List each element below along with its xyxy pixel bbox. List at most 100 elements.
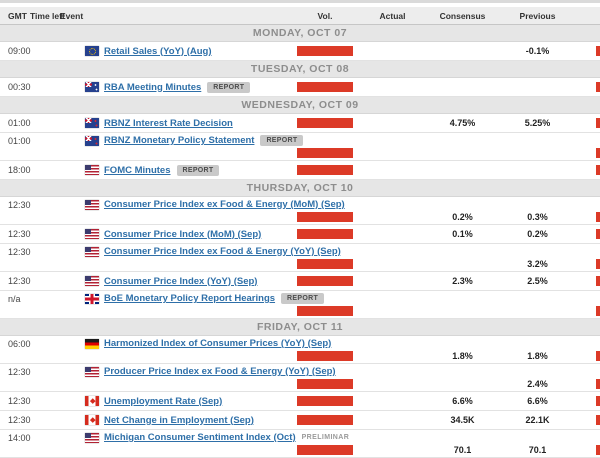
flag-united-states-icon: [85, 229, 99, 239]
previous-value: 5.25%: [500, 118, 575, 128]
event-cell: RBNZ Interest Rate Decision: [78, 118, 290, 129]
event-cell: Net Change in Employment (Sep): [78, 415, 290, 426]
event-link[interactable]: BoE Monetary Policy Report Hearings: [104, 293, 275, 304]
consensus-value: 34.5K: [425, 415, 500, 425]
vol-cell: [290, 82, 360, 92]
event-row: 12:30Unemployment Rate (Sep)6.6%6.6%: [0, 392, 600, 411]
event-link[interactable]: Consumer Price Index ex Food & Energy (Y…: [104, 246, 341, 257]
clipped-volatility-bar-icon: [596, 379, 600, 389]
gmt-time: 12:30: [0, 229, 78, 239]
previous-value: 1.8%: [500, 351, 575, 361]
clipped-volatility-bar-icon: [596, 306, 600, 316]
day-separator: THURSDAY, OCT 10: [0, 180, 600, 197]
event-cell: Producer Price Index ex Food & Energy (Y…: [78, 366, 600, 377]
previous-value: 3.2%: [500, 259, 575, 269]
event-row: 00:30RBA Meeting MinutesREPORT: [0, 78, 600, 97]
vol-cell: [290, 351, 360, 361]
consensus-value: 2.3%: [425, 276, 500, 286]
clipped-volatility-bar-icon: [596, 82, 600, 92]
event-row: 14:00Michigan Consumer Sentiment Index (…: [0, 430, 600, 458]
event-link[interactable]: Michigan Consumer Sentiment Index (Oct): [104, 432, 296, 443]
table-header: GMT Time left Event Vol. Actual Consensu…: [0, 7, 600, 25]
event-link[interactable]: Consumer Price Index ex Food & Energy (M…: [104, 199, 345, 210]
volatility-bar: [297, 396, 353, 406]
volatility-bar: [297, 445, 353, 455]
event-link[interactable]: Retail Sales (YoY) (Aug): [104, 46, 212, 57]
day-separator: FRIDAY, OCT 11: [0, 319, 600, 336]
volatility-bar: [297, 351, 353, 361]
event-link[interactable]: Unemployment Rate (Sep): [104, 396, 222, 407]
event-row: 12:30Consumer Price Index (MoM) (Sep)0.1…: [0, 225, 600, 244]
day-separator: WEDNESDAY, OCT 09: [0, 97, 600, 114]
gmt-time: 09:00: [0, 46, 78, 56]
clipped-volatility-bar-icon: [596, 276, 600, 286]
gmt-time: 12:30: [0, 247, 78, 257]
vol-cell: [290, 46, 360, 56]
event-link[interactable]: Net Change in Employment (Sep): [104, 415, 254, 426]
event-cell: Retail Sales (YoY) (Aug): [78, 46, 290, 57]
event-row: 09:00Retail Sales (YoY) (Aug)-0.1%: [0, 42, 600, 61]
flag-united-kingdom-icon: [85, 294, 99, 304]
gmt-time: 12:30: [0, 200, 78, 210]
flag-canada-icon: [85, 396, 99, 406]
consensus-value: 0.2%: [425, 212, 500, 222]
event-row: 01:00RBNZ Monetary Policy StatementREPOR…: [0, 133, 600, 161]
event-row: 12:30Net Change in Employment (Sep)34.5K…: [0, 411, 600, 430]
report-button[interactable]: REPORT: [177, 165, 220, 176]
flag-united-states-icon: [85, 276, 99, 286]
volatility-bar: [297, 212, 353, 222]
event-link[interactable]: Producer Price Index ex Food & Energy (Y…: [104, 366, 336, 377]
vol-cell: [290, 212, 360, 222]
event-row: n/aBoE Monetary Policy Report HearingsRE…: [0, 291, 600, 319]
consensus-value: 70.1: [425, 445, 500, 455]
event-cell: Consumer Price Index (YoY) (Sep): [78, 276, 290, 287]
event-link[interactable]: Harmonized Index of Consumer Prices (YoY…: [104, 338, 331, 349]
flag-canada-icon: [85, 415, 99, 425]
day-label: THURSDAY, OCT 10: [247, 182, 354, 194]
clipped-volatility-bar-icon: [596, 396, 600, 406]
report-button[interactable]: REPORT: [207, 82, 250, 93]
vol-cell: [290, 259, 360, 269]
event-row: 18:00 FOMC Minutes REPORT: [0, 161, 600, 180]
volatility-bar: [297, 82, 353, 92]
previous-value: 6.6%: [500, 396, 575, 406]
event-cell: Unemployment Rate (Sep): [78, 396, 290, 407]
event-cell: FOMC Minutes REPORT: [78, 165, 290, 176]
col-header-actual: Actual: [360, 11, 425, 21]
event-link[interactable]: RBA Meeting Minutes: [104, 82, 201, 93]
volatility-bar: [297, 148, 353, 158]
gmt-time: 18:00: [0, 165, 78, 175]
clipped-volatility-bar-icon: [596, 165, 600, 175]
day-label: TUESDAY, OCT 08: [251, 63, 349, 75]
event-link[interactable]: FOMC Minutes: [104, 165, 171, 176]
col-header-vol: Vol.: [290, 11, 360, 21]
vol-cell: [290, 148, 360, 158]
col-header-previous: Previous: [500, 11, 575, 21]
day-label: WEDNESDAY, OCT 09: [241, 99, 358, 111]
report-button[interactable]: REPORT: [260, 135, 303, 146]
event-link[interactable]: Consumer Price Index (MoM) (Sep): [104, 229, 261, 240]
volatility-bar: [297, 276, 353, 286]
flag-united-states-icon: [85, 165, 99, 175]
flag-australia-icon: [85, 82, 99, 92]
flag-european-union-icon: [85, 46, 99, 56]
event-cell: Michigan Consumer Sentiment Index (Oct) P…: [78, 432, 600, 443]
event-link[interactable]: RBNZ Interest Rate Decision: [104, 118, 233, 129]
previous-value: 0.2%: [500, 229, 575, 239]
previous-value: 2.4%: [500, 379, 575, 389]
previous-value: 0.3%: [500, 212, 575, 222]
clipped-volatility-bar-icon: [596, 445, 600, 455]
vol-cell: [290, 118, 360, 128]
preliminary-tag: PRELIMINAR: [302, 434, 350, 441]
event-link[interactable]: Consumer Price Index (YoY) (Sep): [104, 276, 257, 287]
clipped-volatility-bar-icon: [596, 148, 600, 158]
consensus-value: 6.6%: [425, 396, 500, 406]
day-label: FRIDAY, OCT 11: [257, 321, 343, 333]
previous-value: 2.5%: [500, 276, 575, 286]
day-separator: MONDAY, OCT 07: [0, 25, 600, 42]
vol-cell: [290, 276, 360, 286]
report-button[interactable]: REPORT: [281, 293, 324, 304]
event-cell: Consumer Price Index (MoM) (Sep): [78, 229, 290, 240]
event-link[interactable]: RBNZ Monetary Policy Statement: [104, 135, 254, 146]
event-cell: Consumer Price Index ex Food & Energy (M…: [78, 199, 600, 210]
